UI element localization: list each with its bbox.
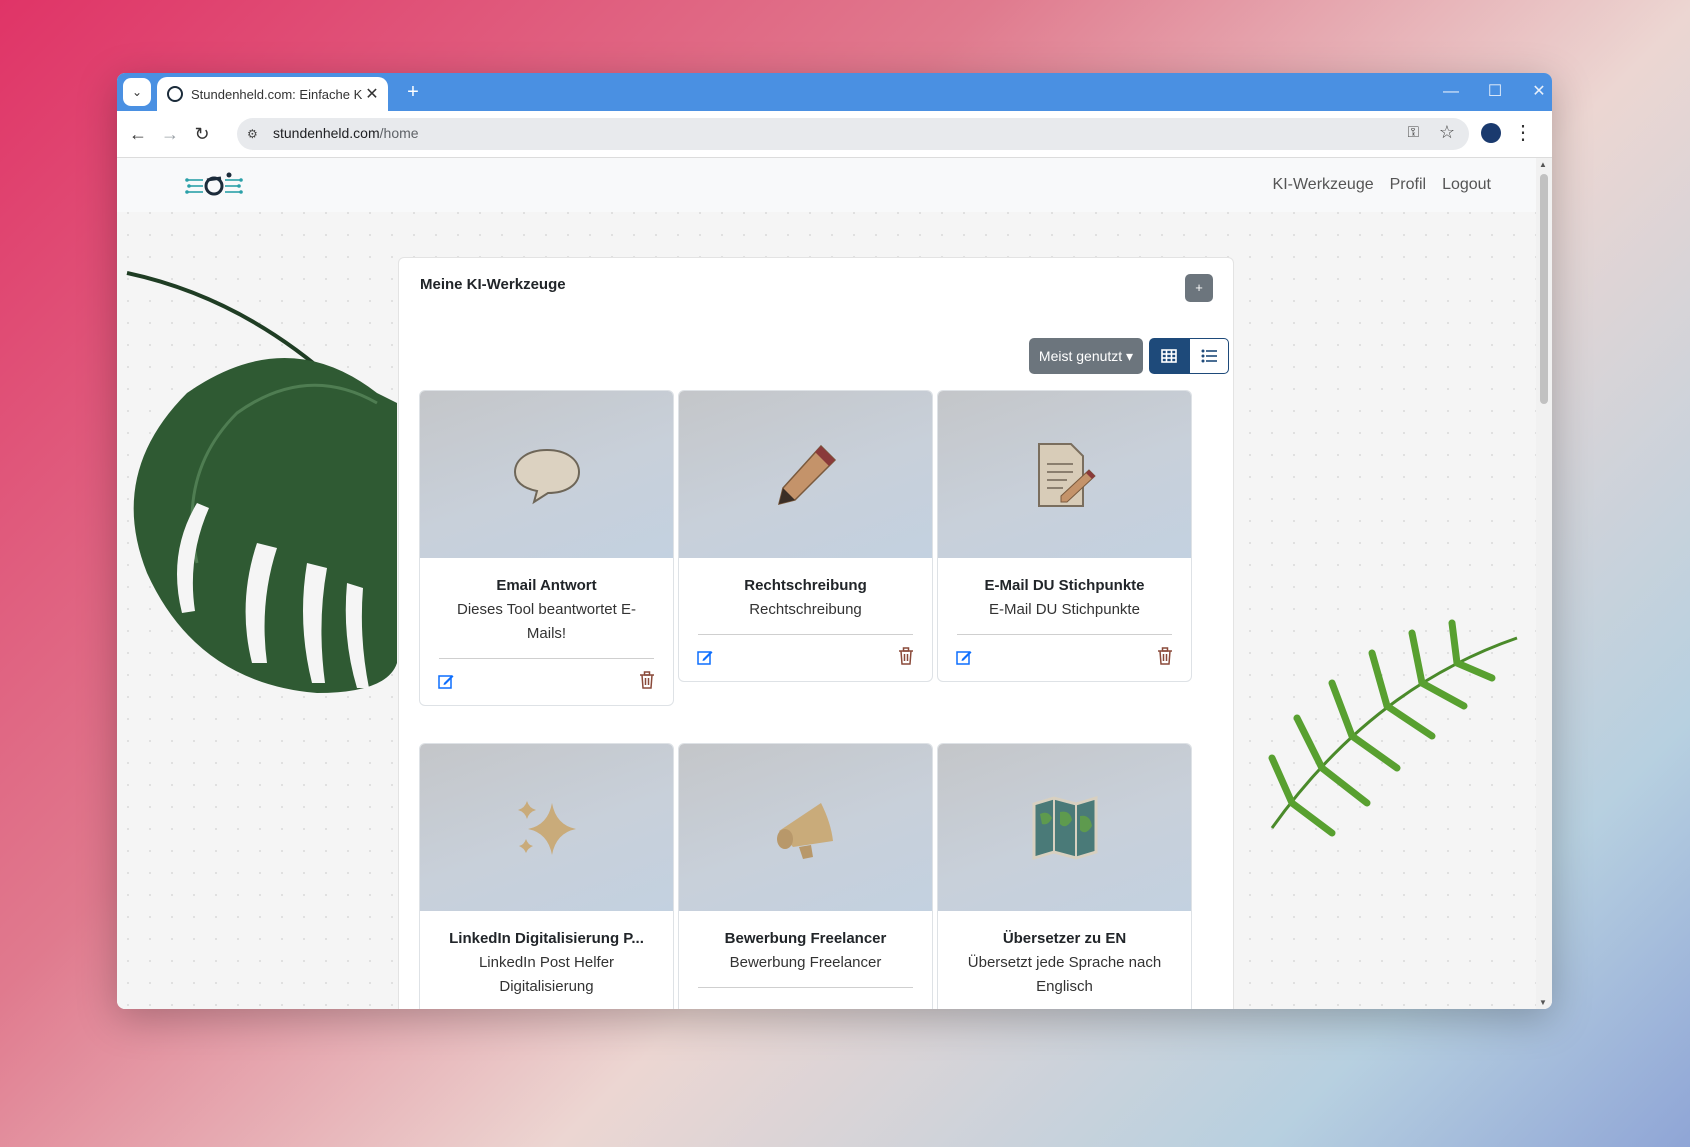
scrollbar-thumb[interactable] xyxy=(1540,174,1548,404)
browser-window: ⌄ Stundenheld.com: Einfache KI-W ✕ + — ☐… xyxy=(117,73,1552,1009)
speech-bubble-icon xyxy=(513,448,580,504)
tool-card[interactable]: Übersetzer zu EN Übersetzt jede Sprache … xyxy=(937,743,1192,1009)
page-viewport: KI-Werkzeuge Profil Logout Meine KI-Werk… xyxy=(117,158,1536,1009)
tool-card[interactable]: Email Antwort Dieses Tool beantwortet E-… xyxy=(419,390,674,706)
card-actions xyxy=(938,635,1191,681)
delete-icon[interactable] xyxy=(898,647,914,665)
grid-view-button[interactable] xyxy=(1149,338,1189,374)
tool-card-description: Übersetzt jede Sprache nach Englisch xyxy=(967,954,1162,995)
document-pencil-icon xyxy=(1037,442,1096,507)
tool-card[interactable]: Bewerbung Freelancer Bewerbung Freelance… xyxy=(678,743,933,1009)
browser-toolbar: ← → ↻ ⚙ stundenheld.com/home ⚿ ☆ ⋮ xyxy=(117,111,1552,158)
tool-card-description: Dieses Tool beantwortet E-Mails! xyxy=(457,601,636,642)
tool-card-image xyxy=(420,744,673,911)
tool-card-image xyxy=(938,744,1191,911)
tool-card-title: Bewerbung Freelancer xyxy=(724,930,887,947)
tools-panel: Meine KI-Werkzeuge + Meist genutzt ▾ Ema… xyxy=(398,257,1234,1009)
tool-card[interactable]: LinkedIn Digitalisierung P... LinkedIn P… xyxy=(419,743,674,1009)
title-bar: ⌄ Stundenheld.com: Einfache KI-W ✕ + — ☐… xyxy=(117,73,1552,111)
tool-card[interactable]: Rechtschreibung Rechtschreibung xyxy=(678,390,933,682)
tool-card[interactable]: E-Mail DU Stichpunkte E-Mail DU Stichpun… xyxy=(937,390,1192,682)
close-tab-icon[interactable]: ✕ xyxy=(362,84,382,104)
tab-search-button[interactable]: ⌄ xyxy=(123,78,151,106)
tool-card-image xyxy=(679,744,932,911)
forward-icon[interactable]: → xyxy=(157,121,183,147)
nav-profil[interactable]: Profil xyxy=(1390,176,1426,194)
password-key-icon[interactable]: ⚿ xyxy=(1408,124,1419,141)
tool-card-title: Rechtschreibung xyxy=(744,577,867,594)
new-tab-button[interactable]: + xyxy=(400,79,426,105)
site-logo[interactable] xyxy=(185,170,243,200)
tool-card-image xyxy=(420,391,673,558)
close-window-icon[interactable]: ✕ xyxy=(1516,73,1552,111)
tool-card-description: E-Mail DU Stichpunkte xyxy=(989,601,1140,618)
megaphone-icon xyxy=(776,802,833,859)
tab-title: Stundenheld.com: Einfache KI-W xyxy=(191,86,362,102)
url-text[interactable]: stundenheld.com/home xyxy=(273,125,419,141)
card-actions xyxy=(679,635,932,681)
tool-card-description: LinkedIn Post Helfer Digitalisierung xyxy=(478,954,615,995)
tool-card-title: Übersetzer zu EN xyxy=(1002,930,1127,947)
site-navbar: KI-Werkzeuge Profil Logout xyxy=(117,158,1536,212)
tool-card-image xyxy=(938,391,1191,558)
delete-icon[interactable] xyxy=(639,671,655,689)
panel-title: Meine KI-Werkzeuge xyxy=(420,276,566,293)
scroll-up-icon[interactable]: ▲ xyxy=(1539,160,1547,169)
world-map-icon xyxy=(1032,795,1097,860)
sparkles-icon xyxy=(517,800,576,855)
address-bar[interactable]: ⚙ stundenheld.com/home ⚿ ☆ xyxy=(237,118,1469,150)
maximize-icon[interactable]: ☐ xyxy=(1472,73,1518,111)
card-divider xyxy=(698,987,913,988)
browser-menu-icon[interactable]: ⋮ xyxy=(1513,120,1533,146)
browser-tab[interactable]: Stundenheld.com: Einfache KI-W ✕ xyxy=(157,77,388,111)
edit-icon[interactable] xyxy=(697,649,713,665)
edit-icon[interactable] xyxy=(438,673,454,689)
tool-card-title: E-Mail DU Stichpunkte xyxy=(984,577,1145,594)
tool-card-title: Email Antwort xyxy=(496,577,597,594)
bookmark-star-icon[interactable]: ☆ xyxy=(1439,122,1455,143)
tool-card-image xyxy=(679,391,932,558)
tool-card-description: Bewerbung Freelancer xyxy=(729,954,882,971)
minimize-icon[interactable]: — xyxy=(1428,73,1474,111)
fern-leaf-decoration xyxy=(1268,619,1518,837)
nav-logout[interactable]: Logout xyxy=(1442,176,1491,194)
tool-card-description: Rechtschreibung xyxy=(749,601,862,618)
profile-avatar-icon[interactable] xyxy=(1481,123,1501,143)
sort-dropdown[interactable]: Meist genutzt ▾ xyxy=(1029,338,1143,374)
add-tool-button[interactable]: + xyxy=(1185,274,1213,302)
list-view-button[interactable] xyxy=(1189,338,1229,374)
site-favicon-icon xyxy=(167,86,183,102)
monstera-leaf-decoration xyxy=(126,271,397,693)
tool-card-title: LinkedIn Digitalisierung P... xyxy=(449,930,644,947)
pencil-icon xyxy=(777,444,836,505)
edit-icon[interactable] xyxy=(956,649,972,665)
delete-icon[interactable] xyxy=(1157,647,1173,665)
back-icon[interactable]: ← xyxy=(125,121,151,147)
reload-icon[interactable]: ↻ xyxy=(189,121,215,147)
list-icon xyxy=(1201,349,1217,363)
card-actions xyxy=(420,659,673,705)
scroll-down-icon[interactable]: ▼ xyxy=(1539,998,1547,1007)
grid-icon xyxy=(1161,349,1177,363)
nav-links: KI-Werkzeuge Profil Logout xyxy=(1273,176,1491,194)
nav-ki-werkzeuge[interactable]: KI-Werkzeuge xyxy=(1273,176,1374,194)
site-settings-icon[interactable]: ⚙ xyxy=(247,126,263,142)
page-scrollbar[interactable]: ▲ ▼ xyxy=(1536,158,1552,1009)
